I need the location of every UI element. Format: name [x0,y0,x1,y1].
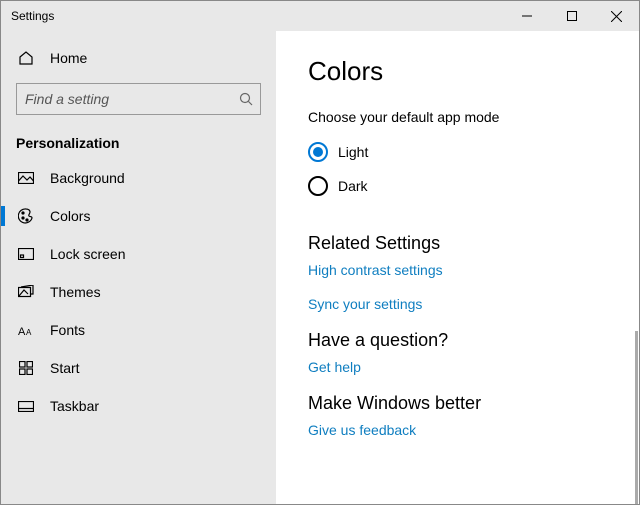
lockscreen-icon [16,248,36,260]
sidebar-item-label: Background [50,170,125,186]
fonts-icon: AA [16,323,36,337]
sidebar-item-label: Themes [50,284,101,300]
radio-light[interactable]: Light [308,135,609,169]
sidebar-item-label: Fonts [50,322,85,338]
svg-text:A: A [18,326,26,337]
sidebar-item-themes[interactable]: Themes [1,273,276,311]
sidebar: Home Personalization Background [1,31,276,504]
maximize-button[interactable] [549,1,594,31]
sidebar-home-label: Home [50,50,87,66]
sidebar-item-label: Colors [50,208,90,224]
radio-indicator-icon [308,142,328,162]
svg-text:A: A [26,328,32,337]
search-icon [239,92,253,106]
scrollbar[interactable] [635,331,638,504]
close-button[interactable] [594,1,639,31]
question-heading: Have a question? [308,330,609,351]
app-mode-label: Choose your default app mode [308,109,609,125]
radio-label: Light [338,144,368,160]
sidebar-home[interactable]: Home [1,39,276,77]
home-icon [16,50,36,66]
sidebar-item-label: Lock screen [50,246,125,262]
high-contrast-link[interactable]: High contrast settings [308,262,609,278]
sidebar-category: Personalization [1,125,276,159]
sidebar-item-lock-screen[interactable]: Lock screen [1,235,276,273]
window-controls [504,1,639,31]
main-panel: Colors Choose your default app mode Ligh… [276,31,639,504]
sidebar-item-taskbar[interactable]: Taskbar [1,387,276,425]
sync-settings-link[interactable]: Sync your settings [308,296,609,312]
sidebar-item-colors[interactable]: Colors [1,197,276,235]
better-heading: Make Windows better [308,393,609,414]
picture-icon [16,172,36,184]
search-input[interactable] [16,83,261,115]
palette-icon [16,208,36,224]
radio-dark[interactable]: Dark [308,169,609,203]
app-mode-radio-group: Light Dark [308,135,609,203]
themes-icon [16,285,36,299]
feedback-link[interactable]: Give us feedback [308,422,609,438]
sidebar-item-fonts[interactable]: AA Fonts [1,311,276,349]
radio-indicator-icon [308,176,328,196]
get-help-link[interactable]: Get help [308,359,609,375]
sidebar-item-background[interactable]: Background [1,159,276,197]
radio-label: Dark [338,178,368,194]
minimize-button[interactable] [504,1,549,31]
sidebar-item-label: Taskbar [50,398,99,414]
taskbar-icon [16,401,36,412]
start-icon [16,361,36,375]
page-title: Colors [308,56,609,87]
titlebar: Settings [1,1,639,31]
sidebar-item-start[interactable]: Start [1,349,276,387]
sidebar-item-label: Start [50,360,80,376]
related-settings-heading: Related Settings [308,233,609,254]
window-title: Settings [11,9,54,23]
